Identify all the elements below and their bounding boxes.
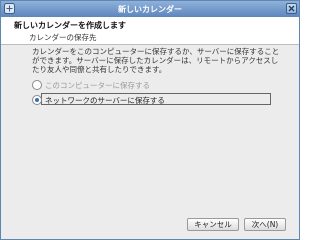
cancel-button[interactable]: キャンセル	[187, 218, 239, 231]
close-icon	[288, 5, 295, 12]
close-button[interactable]	[286, 3, 297, 14]
description-text: カレンダーをこのコンピューターに保存するか、サーバーに保存することができます。サ…	[32, 47, 280, 74]
next-button[interactable]: 次へ(N)	[244, 218, 286, 231]
dialog-window: 新しいカレンダー 新しいカレンダーを作成します カレンダーの保存先 カレンダーを…	[0, 0, 300, 240]
option-local-label: このコンピューターに保存する	[45, 81, 150, 90]
radio-network[interactable]	[32, 95, 42, 105]
header-title: 新しいカレンダーを作成します	[14, 21, 126, 30]
header-subtitle: カレンダーの保存先	[29, 33, 97, 42]
window-title: 新しいカレンダー	[118, 5, 182, 14]
option-network-label: ネットワークのサーバーに保存する	[45, 96, 165, 105]
radio-local[interactable]	[32, 80, 42, 90]
title-bar[interactable]: 新しいカレンダー	[1, 1, 299, 17]
wizard-header: 新しいカレンダーを作成します カレンダーの保存先	[1, 17, 299, 45]
radio-selected-dot	[35, 98, 39, 102]
